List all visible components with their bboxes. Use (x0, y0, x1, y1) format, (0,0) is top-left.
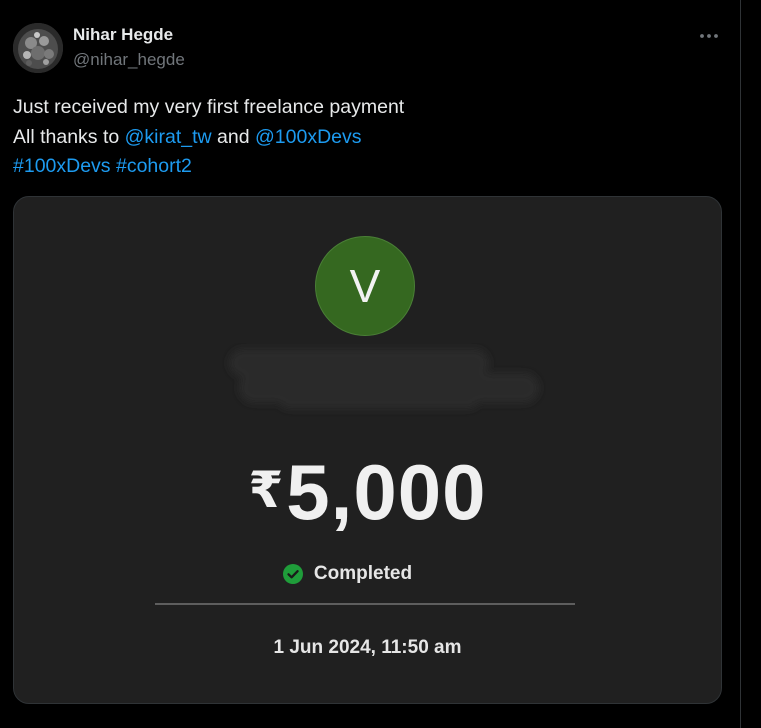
hashtag-cohort2-link[interactable]: #cohort2 (116, 155, 192, 177)
payee-avatar: V (315, 236, 415, 336)
tweet-text-line-1: Just received my very first freelance pa… (13, 96, 405, 118)
profile-photo-image (13, 23, 63, 73)
currency-symbol: ₹ (248, 462, 285, 518)
tweet-text-line-3: #100xDevs #cohort2 (13, 152, 723, 182)
payment-amount: ₹5,000 (14, 447, 721, 538)
check-circle-icon (282, 564, 303, 584)
payment-status: Completed (14, 563, 721, 585)
mention-kirat-link[interactable]: @kirat_tw (125, 126, 212, 148)
card-divider (155, 603, 575, 605)
tweet: Nihar Hegde @nihar_hegde Just received m… (0, 0, 761, 728)
and-text: and (211, 125, 255, 148)
payment-screenshot-media[interactable]: V ₹5,000 Completed 1 Jun 2024, 11:50 am (13, 196, 722, 704)
amount-value: 5,000 (286, 448, 487, 536)
author-display-name[interactable]: Nihar Hegde (73, 25, 173, 45)
author-handle[interactable]: @nihar_hegde (73, 50, 185, 70)
payment-datetime: 1 Jun 2024, 11:50 am (273, 637, 462, 658)
thanks-text: All thanks to (13, 125, 125, 148)
redacted-name-blur (229, 349, 539, 409)
column-divider (740, 0, 741, 728)
tweet-text: Just received my very first freelance pa… (13, 93, 723, 182)
status-label: Completed (313, 563, 413, 584)
more-horizontal-icon (700, 34, 718, 38)
mention-100xdevs-link[interactable]: @100xDevs (255, 126, 362, 148)
more-options-button[interactable] (692, 22, 726, 50)
hashtag-100xdevs-link[interactable]: #100xDevs (13, 155, 111, 177)
tweet-text-line-2: All thanks to @kirat_tw and @100xDevs (13, 123, 723, 153)
author-avatar[interactable] (13, 23, 63, 73)
